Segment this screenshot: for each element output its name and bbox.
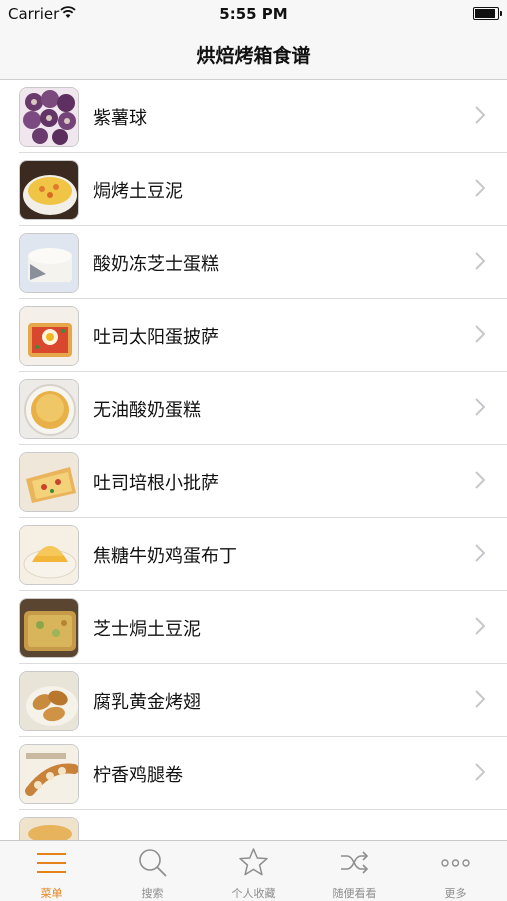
recipe-thumbnail (19, 452, 79, 512)
recipe-thumbnail (19, 306, 79, 366)
tab-search[interactable]: 搜索 (102, 841, 203, 901)
more-icon (441, 859, 470, 867)
status-bar: Carrier 5:55 PM (0, 0, 507, 28)
recipe-title: 焦糖牛奶鸡蛋布丁 (93, 546, 237, 567)
search-icon (139, 849, 167, 877)
recipe-thumbnail (19, 744, 79, 804)
tab-label: 个人收藏 (231, 887, 276, 900)
tab-label: 更多 (444, 887, 467, 900)
recipe-list[interactable]: 紫薯球 焗烤土豆泥 酸奶冻芝士蛋糕 吐司太阳蛋披萨 无油酸奶蛋糕 吐司培根小批萨… (0, 80, 507, 840)
tab-menu[interactable]: 菜单 (1, 841, 102, 901)
recipe-title: 无油酸奶蛋糕 (93, 400, 201, 421)
recipe-title: 柠香鸡腿卷 (93, 765, 183, 786)
recipe-row[interactable]: 无油酸奶蛋糕 (0, 372, 507, 445)
recipe-row[interactable]: 腐乳黄金烤翅 (0, 664, 507, 737)
chevron-right-icon (475, 763, 485, 781)
recipe-thumbnail (19, 379, 79, 439)
recipe-title: 吐司太阳蛋披萨 (93, 327, 219, 348)
recipe-row[interactable]: 吐司培根小批萨 (0, 445, 507, 518)
recipe-thumbnail (19, 160, 79, 220)
chevron-right-icon (475, 398, 485, 416)
recipe-row[interactable]: 吐司太阳蛋披萨 (0, 299, 507, 372)
recipe-row[interactable]: 柠香鸡腿卷 (0, 737, 507, 810)
chevron-right-icon (475, 252, 485, 270)
tab-more[interactable]: 更多 (405, 841, 506, 901)
tab-favorites[interactable]: 个人收藏 (203, 841, 304, 901)
recipe-row[interactable]: 芝士焗土豆泥 (0, 591, 507, 664)
recipe-row[interactable]: 焗烤土豆泥 (0, 153, 507, 226)
tab-bar: 菜单 搜索 个人收藏 随便看看 更多 (0, 840, 507, 901)
chevron-right-icon (475, 471, 485, 489)
recipe-row[interactable] (0, 810, 507, 840)
recipe-row[interactable]: 酸奶冻芝士蛋糕 (0, 226, 507, 299)
recipe-row[interactable]: 焦糖牛奶鸡蛋布丁 (0, 518, 507, 591)
recipe-thumbnail (19, 817, 79, 840)
chevron-right-icon (475, 325, 485, 343)
star-icon (239, 848, 268, 876)
battery-icon (473, 7, 502, 20)
tab-label: 搜索 (141, 887, 164, 900)
tab-random[interactable]: 随便看看 (304, 841, 405, 901)
recipe-title: 酸奶冻芝士蛋糕 (93, 254, 219, 275)
recipe-thumbnail (19, 598, 79, 658)
shuffle-icon (341, 851, 369, 874)
tab-label: 随便看看 (332, 887, 377, 900)
navigation-bar: 烘焙烤箱食谱 (0, 28, 507, 80)
tab-label: 菜单 (40, 887, 63, 900)
chevron-right-icon (475, 690, 485, 708)
recipe-row[interactable]: 紫薯球 (0, 80, 507, 153)
recipe-thumbnail (19, 87, 79, 147)
recipe-title: 焗烤土豆泥 (93, 181, 183, 202)
chevron-right-icon (475, 106, 485, 124)
page-title: 烘焙烤箱食谱 (196, 45, 311, 67)
chevron-right-icon (475, 179, 485, 197)
recipe-title: 腐乳黄金烤翅 (93, 692, 201, 713)
recipe-thumbnail (19, 671, 79, 731)
recipe-thumbnail (19, 525, 79, 585)
recipe-thumbnail (19, 233, 79, 293)
status-time: 5:55 PM (219, 5, 288, 23)
recipe-title: 吐司培根小批萨 (93, 473, 219, 494)
menu-icon (37, 853, 66, 873)
chevron-right-icon (475, 544, 485, 562)
recipe-title: 芝士焗土豆泥 (93, 619, 201, 640)
recipe-title: 紫薯球 (93, 108, 147, 129)
chevron-right-icon (475, 617, 485, 635)
